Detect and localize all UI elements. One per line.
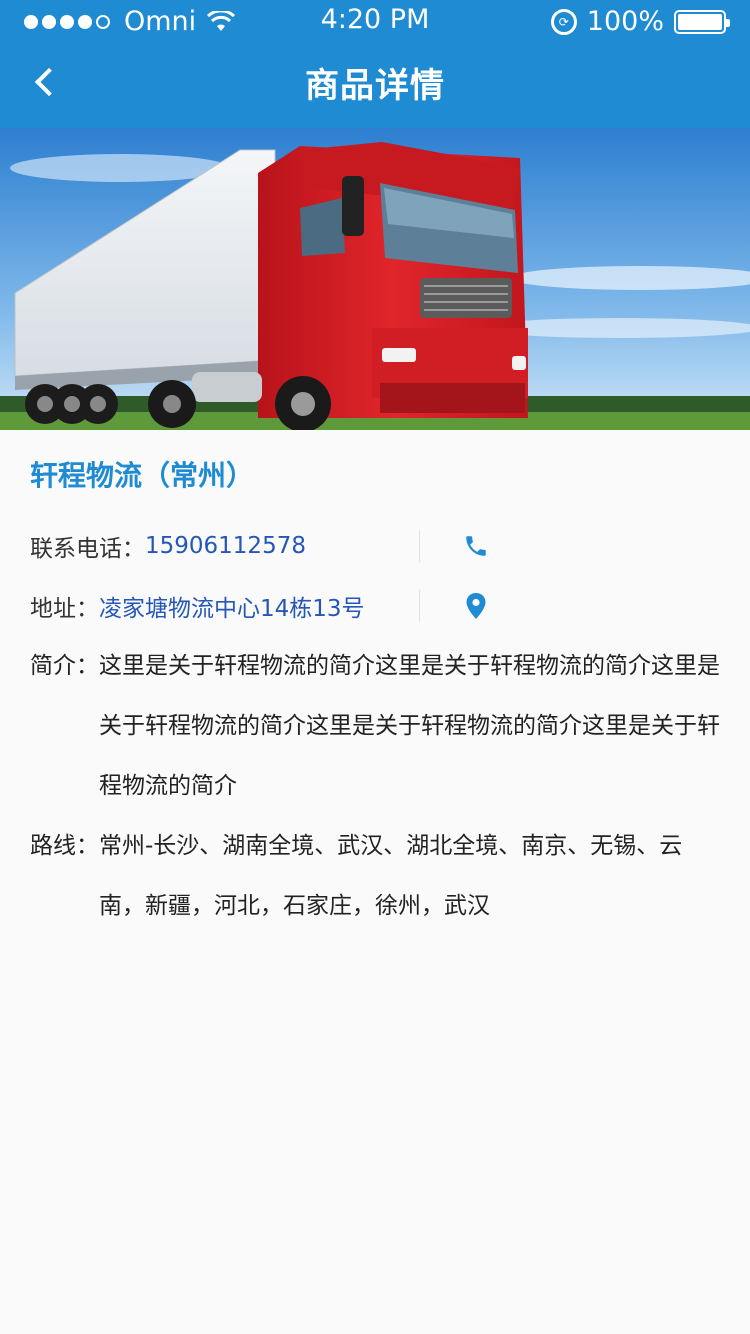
- status-bar: Omni 4:20 PM ⟳ 100%: [0, 0, 750, 40]
- nav-bar: 商品详情: [0, 40, 750, 128]
- top-bar: Omni 4:20 PM ⟳ 100% 商品详情: [0, 0, 750, 128]
- phone-number[interactable]: 15906112578: [145, 533, 306, 559]
- phone-label: 联系电话：: [30, 536, 145, 562]
- truck-image: [0, 128, 750, 430]
- battery-icon: [674, 9, 730, 34]
- address-value[interactable]: 凌家塘物流中心14栋13号: [99, 589, 365, 623]
- divider: [419, 530, 420, 562]
- phone-row: 联系电话： 15906112578: [30, 516, 720, 576]
- intro-text: 这里是关于轩程物流的简介这里是关于轩程物流的简介这里是关于轩程物流的简介这里是关…: [99, 653, 720, 799]
- address-label: 地址：: [30, 596, 99, 622]
- address-row: 地址： 凌家塘物流中心14栋13号: [30, 576, 720, 636]
- divider: [419, 590, 420, 622]
- phone-icon: [466, 536, 486, 556]
- call-button[interactable]: [456, 526, 496, 566]
- intro-section: 简介： 这里是关于轩程物流的简介这里是关于轩程物流的简介这里是关于轩程物流的简介…: [30, 636, 720, 816]
- route-section: 路线： 常州-长沙、湖南全境、武汉、湖北全境、南京、无锡、云南，新疆，河北，石家…: [30, 816, 720, 936]
- route-label: 路线：: [30, 833, 99, 859]
- route-text: 常州-长沙、湖南全境、武汉、湖北全境、南京、无锡、云南，新疆，河北，石家庄，徐州…: [99, 833, 683, 919]
- map-button[interactable]: [456, 586, 496, 626]
- battery-percent: 100%: [586, 6, 664, 37]
- hero-image: [0, 128, 750, 430]
- intro-label: 简介：: [30, 653, 99, 679]
- location-pin-icon: [466, 593, 486, 619]
- rotation-lock-icon: ⟳: [550, 8, 577, 35]
- page-title: 商品详情: [305, 66, 445, 106]
- company-name: 轩程物流（常州）: [30, 459, 255, 492]
- status-right: ⟳ 100%: [550, 6, 730, 37]
